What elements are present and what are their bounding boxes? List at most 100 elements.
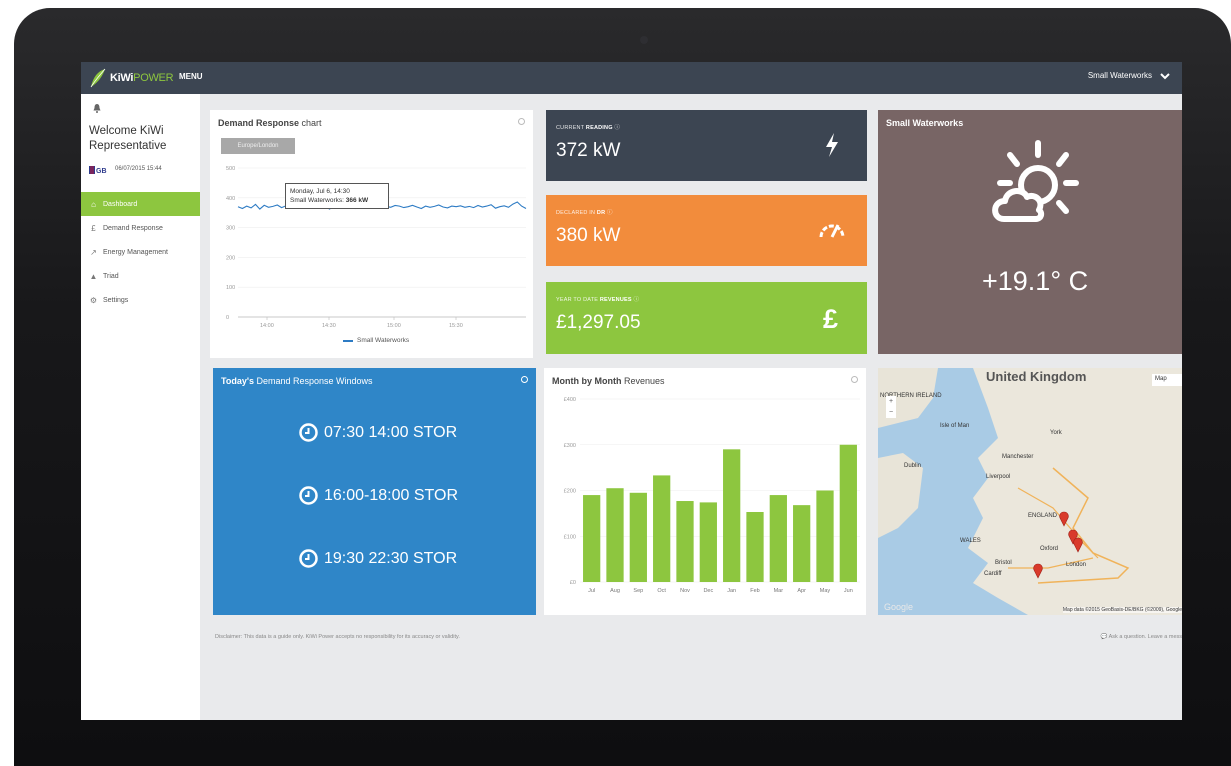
map-label: WALES (960, 538, 981, 544)
map-country-label: United Kingdom (986, 369, 1087, 384)
gear-icon: ⚙ (89, 295, 98, 305)
bar-may (816, 490, 834, 582)
x-tick-label: Nov (680, 588, 690, 594)
demand-response-windows-panel: Today's Demand Response Windows 07:30 14… (213, 368, 536, 615)
bar-mar (769, 495, 787, 582)
map-label: Liverpool (986, 474, 1011, 480)
tile-label: CURRENT READING ⓘ (556, 125, 621, 131)
map-label: York (1050, 430, 1062, 436)
bar-jul (583, 495, 601, 582)
sidebar-item-label: Demand Response (103, 224, 163, 232)
weather-panel: Small Waterworks +19.1° C (878, 110, 1182, 354)
sidebar-nav: ⌂ Dashboard £ Demand Response ↗ Energy M… (81, 192, 200, 312)
x-tick-label: Feb (750, 588, 759, 594)
demand-response-chart-panel: Demand Response chart Europe/London 0 100… (210, 110, 533, 358)
partly-cloudy-sun-icon (992, 140, 1079, 222)
y-tick-label: 100 (226, 285, 235, 291)
sidebar-item-label: Triad (103, 272, 119, 280)
ask-question-link[interactable]: 💬 Ask a question. Leave a mess (1101, 634, 1182, 640)
x-tick-label: 15:00 (387, 323, 401, 329)
pound-icon: £ (823, 304, 838, 330)
site-selector-label: Small Waterworks (1087, 71, 1152, 80)
x-tick-label: Jul (588, 588, 595, 594)
sites-map[interactable]: United Kingdom NORTHERN IRELAND Isle of … (878, 368, 1182, 615)
sidebar-item-demand-response[interactable]: £ Demand Response (81, 216, 200, 240)
welcome-message: Welcome KiWi Representative (89, 125, 167, 152)
map-label: Bristol (995, 560, 1012, 566)
x-tick-label: Mar (774, 588, 784, 594)
top-bar: KiWiPOWER MENU Small Waterworks (81, 62, 1182, 94)
y-tick-label: £0 (570, 580, 576, 586)
tile-label: YEAR TO DATE REVENUES ⓘ (556, 297, 640, 303)
sidebar: Welcome KiWi Representative GB 06/07/201… (81, 94, 200, 720)
y-tick-label: £200 (564, 489, 576, 495)
map-marker-icon (1033, 563, 1043, 579)
x-tick-label: Sep (633, 588, 643, 594)
kiwi-power-logo[interactable]: KiWiPOWER (89, 66, 175, 90)
x-tick-label: 15:30 (449, 323, 463, 329)
x-tick-label: Jun (844, 588, 853, 594)
bell-icon[interactable] (93, 103, 101, 113)
legend-swatch (343, 339, 353, 342)
demand-response-line-chart[interactable]: 0 100 200 300 400 500 14:00 14:30 15:00 15:30 (210, 110, 533, 358)
sidebar-item-label: Energy Management (103, 248, 168, 256)
map-label: Isle of Man (940, 423, 970, 429)
bar-apr (793, 505, 811, 582)
dr-window-item: 07:30 14:00 STOR (299, 423, 457, 442)
current-date: 06/07/2015 15:44 (115, 166, 162, 172)
weather-site-title: Small Waterworks (886, 118, 964, 128)
home-icon: ⌂ (91, 199, 96, 209)
revenues-value: £1,297.05 (556, 312, 641, 333)
sidebar-item-label: Settings (103, 296, 129, 304)
sidebar-item-dashboard[interactable]: ⌂ Dashboard (81, 192, 200, 216)
panel-title: Today's Demand Response Windows (221, 376, 373, 386)
x-tick-label: Oct (657, 588, 666, 594)
sidebar-item-energy-management[interactable]: ↗ Energy Management (81, 240, 200, 264)
bar-sep (629, 492, 647, 582)
y-tick-label: 300 (226, 226, 235, 232)
chart-tooltip: Monday, Jul 6, 14:30 Small Waterworks: 3… (285, 183, 389, 209)
lightning-icon (826, 133, 838, 157)
google-logo: Google (884, 602, 914, 612)
dr-window-item: 19:30 22:30 STOR (299, 549, 457, 568)
y-tick-label: 0 (226, 315, 229, 321)
clock-icon (299, 549, 318, 568)
bar-oct (653, 475, 671, 582)
tile-label: DECLARED IN DR ⓘ (556, 210, 613, 216)
x-tick-label: Aug (610, 588, 620, 594)
map-label: Manchester (1002, 454, 1034, 460)
menu-button[interactable]: MENU (179, 72, 203, 81)
bar-jan (723, 449, 741, 582)
map-attribution: Map data ©2015 GeoBasis-DE/BKG (©2009), … (1062, 607, 1182, 613)
warning-icon: ▲ (89, 271, 98, 281)
gear-icon[interactable] (521, 376, 528, 383)
webcam-icon (640, 36, 648, 44)
bar-jun (839, 444, 857, 582)
current-reading-value: 372 kW (556, 140, 621, 161)
svg-text:GB: GB (96, 168, 107, 174)
y-tick-label: £400 (564, 397, 576, 403)
sidebar-item-settings[interactable]: ⚙ Settings (81, 288, 200, 312)
uk-flag-icon[interactable]: GB (89, 166, 109, 174)
x-tick-label: May (820, 588, 831, 594)
y-tick-label: 500 (226, 166, 235, 172)
map-zoom-control[interactable]: + − (886, 396, 896, 418)
gauge-icon (819, 224, 845, 238)
y-tick-label: 200 (226, 255, 235, 261)
declared-dr-tile: DECLARED IN DR ⓘ 380 kW (546, 195, 867, 266)
bar-aug (606, 488, 624, 582)
bar-feb (746, 512, 764, 582)
disclaimer-text: Disclaimer: This data is a guide only. K… (215, 634, 460, 640)
site-selector[interactable]: Small Waterworks (1088, 71, 1170, 80)
x-tick-label: Dec (703, 588, 713, 594)
map-type-button[interactable]: Map (1152, 374, 1182, 386)
svg-text:£: £ (823, 304, 838, 330)
y-tick-label: £300 (564, 443, 576, 449)
map-label: Cardiff (984, 571, 1002, 577)
y-tick-label: £100 (564, 534, 576, 540)
sidebar-item-triad[interactable]: ▲ Triad (81, 264, 200, 288)
monthly-revenues-bar-chart[interactable]: £0 £100 £200 £300 £400 Jul Aug Sep Oct Nov Dec Jan F… (544, 368, 866, 615)
chart-legend[interactable]: Small Waterworks (343, 337, 409, 344)
map-pins (1033, 511, 1083, 579)
declared-dr-value: 380 kW (556, 225, 621, 246)
